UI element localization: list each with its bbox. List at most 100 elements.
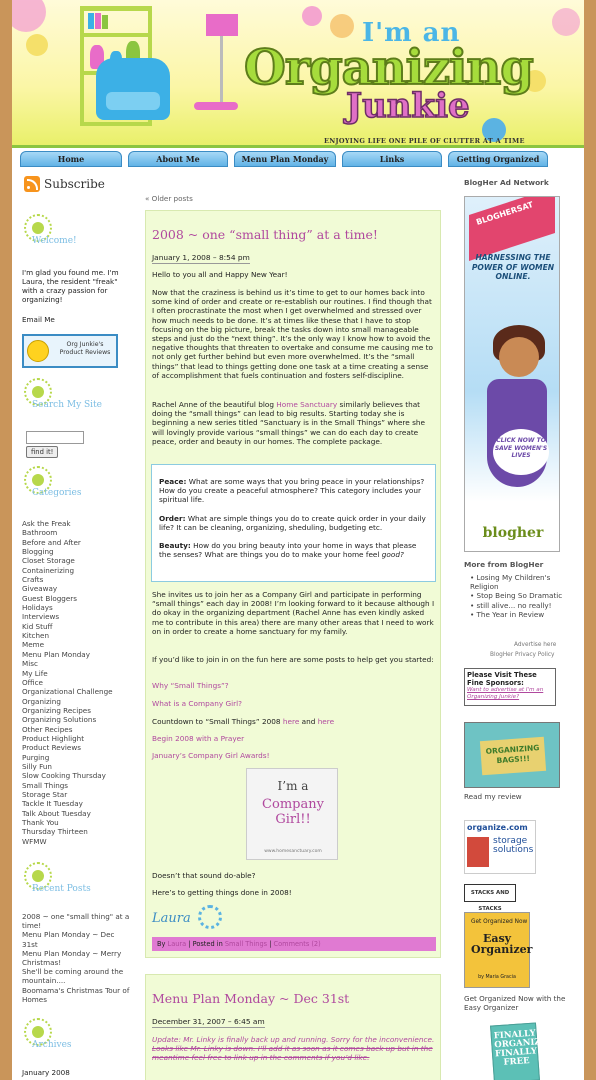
welcome-text: I'm glad you found me. I'm Laura, the re… — [22, 268, 119, 304]
product-reviews-label: Org Junkie's Product Reviews — [59, 341, 111, 356]
category-link[interactable]: Kitchen — [22, 631, 132, 640]
author-signature: Laura — [152, 911, 191, 926]
advertise-link[interactable]: Want to advertise at I'm an Organizing J… — [467, 687, 553, 701]
category-link[interactable]: Organizing Solutions — [22, 715, 132, 724]
blogher-logo: blogher — [482, 525, 544, 541]
countdown-line: Countdown to “Small Things” 2008 here an… — [152, 717, 335, 726]
category-link[interactable]: Menu Plan Monday — [22, 650, 132, 659]
recent-post-link[interactable]: Menu Plan Monday ~ Dec 31st — [22, 930, 132, 948]
sponsors-box: Please Visit These Fine Sponsors: Want t… — [464, 668, 556, 706]
company-girl-link[interactable]: What is a Company Girl? — [152, 699, 436, 708]
stacks-and-stacks-ad[interactable]: STACKS AND STACKS — [464, 884, 516, 912]
rss-icon[interactable] — [24, 176, 40, 192]
organizing-bags-ad[interactable]: ORGANIZING BAGS!!! — [464, 722, 560, 788]
category-link[interactable]: Slow Cooking Thursday — [22, 771, 132, 780]
archive-link[interactable]: January 2008 — [22, 1068, 130, 1077]
author-link[interactable]: Laura — [168, 940, 187, 948]
page: I'm an Organizing Junkie ENJOYING LIFE O… — [12, 0, 584, 1080]
get-organized-text[interactable]: Get Organized Now with the Easy Organize… — [464, 994, 578, 1012]
advertise-here-link[interactable]: Advertise here — [514, 642, 556, 648]
category-link[interactable]: Product Reviews — [22, 743, 132, 752]
category-link[interactable]: Thank You — [22, 818, 132, 827]
post-menu-plan-dec31: Menu Plan Monday ~ Dec 31st December 31,… — [145, 974, 441, 1080]
privacy-policy-link[interactable]: BlogHer Privacy Policy — [490, 652, 554, 658]
company-girl-badge[interactable]: I’m a Company Girl!! www.homesanctuary.c… — [246, 768, 338, 860]
recent-post-link[interactable]: Boomama's Christmas Tour of Homes — [22, 986, 132, 1004]
category-link[interactable]: Kid Stuff — [22, 622, 132, 631]
prayer-link[interactable]: Begin 2008 with a Prayer — [152, 734, 436, 743]
awards-link[interactable]: January’s Company Girl Awards! — [152, 751, 436, 760]
site-tagline: ENJOYING LIFE ONE PILE OF CLUTTER AT A T… — [324, 137, 525, 145]
category-link[interactable]: Ask the Freak — [22, 519, 132, 528]
post-title[interactable]: Menu Plan Monday ~ Dec 31st — [152, 991, 349, 1006]
category-link[interactable]: Organizing — [22, 697, 132, 706]
post-title[interactable]: 2008 ~ one “small thing” at a time! — [152, 227, 378, 242]
category-link[interactable]: Interviews — [22, 612, 132, 621]
category-link[interactable]: Thursday Thirteen — [22, 827, 132, 836]
recent-post-link[interactable]: Menu Plan Monday ~ Merry Christmas! — [22, 949, 132, 967]
organize-com-ad[interactable]: organize.com storage solutions — [464, 820, 536, 874]
category-link[interactable]: Guest Bloggers — [22, 594, 132, 603]
post-paragraph: Doesn’t that sound do-able? — [152, 871, 256, 880]
more-from-blogher: More from BlogHer • Losing My Children's… — [464, 560, 580, 619]
finally-organized-ad[interactable]: FINALLY ORGANIZED, FINALLY FREE — [490, 1022, 557, 1080]
comments-link[interactable]: Comments (2) — [274, 940, 321, 948]
older-posts-link[interactable]: « Older posts — [145, 194, 193, 203]
blogher-ad[interactable]: BLOGHERSAT HARNESSING THE POWER OF WOMEN… — [464, 196, 560, 552]
category-link[interactable]: Organizational Challenge — [22, 687, 132, 696]
blogher-post-link[interactable]: • The Year in Review — [464, 610, 580, 619]
category-link[interactable]: Purging — [22, 753, 132, 762]
find-button[interactable]: find it! — [26, 446, 59, 458]
search-input[interactable] — [26, 431, 84, 444]
blogher-post-link[interactable]: • still alive... no really! — [464, 601, 580, 610]
blogher-post-link[interactable]: • Stop Being So Dramatic — [464, 591, 580, 600]
category-link[interactable]: Organizing Recipes — [22, 706, 132, 715]
nav-tab-home[interactable]: Home — [20, 151, 122, 167]
category-link[interactable]: My Life — [22, 669, 132, 678]
category-link[interactable]: Closet Storage — [22, 556, 132, 565]
recent-post-link[interactable]: 2008 ~ one "small thing" at a time! — [22, 912, 132, 930]
post-paragraph: Now that the craziness is behind us it’s… — [152, 288, 433, 380]
category-link[interactable]: Product Highlight — [22, 734, 132, 743]
post-byline: By Laura | Posted in Small Things | Comm… — [152, 937, 436, 951]
nav-tab-about[interactable]: About Me — [128, 151, 228, 167]
category-link[interactable]: WFMW — [22, 837, 132, 846]
easy-organizer-ad[interactable]: Get Organized Now Easy Organizer by Mari… — [464, 912, 532, 988]
category-link[interactable]: Other Recipes — [22, 725, 132, 734]
category-link[interactable]: Crafts — [22, 575, 132, 584]
nav-tab-menu-plan[interactable]: Menu Plan Monday — [234, 151, 336, 167]
category-link[interactable]: Small Things — [225, 940, 267, 948]
beauty-paragraph: Beauty: How do you bring beauty into you… — [159, 541, 417, 560]
subscribe-link[interactable]: Subscribe — [44, 177, 105, 191]
post-paragraph: Here’s to getting things done in 2008! — [152, 888, 292, 897]
category-link[interactable]: Misc — [22, 659, 132, 668]
nav-tab-links[interactable]: Links — [342, 151, 442, 167]
category-link[interactable]: Bathroom — [22, 528, 132, 537]
post-2008-small-thing: 2008 ~ one “small thing” at a time! Janu… — [145, 210, 441, 958]
category-link[interactable]: Before and After — [22, 538, 132, 547]
read-review-link[interactable]: Read my review — [464, 792, 522, 801]
category-link[interactable]: Small Things — [22, 781, 132, 790]
category-link[interactable]: Talk About Tuesday — [22, 809, 132, 818]
recent-post-link[interactable]: She'll be coming around the mountain.... — [22, 967, 132, 985]
why-small-things-link[interactable]: Why “Small Things”? — [152, 681, 436, 690]
nav-tab-getting-organized[interactable]: Getting Organized — [448, 151, 548, 167]
archives-heading: Archives — [32, 1040, 72, 1050]
category-link[interactable]: Giveaway — [22, 584, 132, 593]
category-link[interactable]: Holidays — [22, 603, 132, 612]
category-link[interactable]: Silly Fun — [22, 762, 132, 771]
category-link[interactable]: Containerizing — [22, 566, 132, 575]
category-link[interactable]: Blogging — [22, 547, 132, 556]
category-link[interactable]: Tackle It Tuesday — [22, 799, 132, 808]
category-link[interactable]: Storage Star — [22, 790, 132, 799]
category-link[interactable]: Office — [22, 678, 132, 687]
countdown-here-link-2[interactable]: here — [318, 717, 334, 726]
category-link[interactable]: Meme — [22, 640, 132, 649]
post-date: January 1, 2008 – 8:54 pm — [152, 253, 250, 264]
email-me-link[interactable]: Email Me — [22, 315, 130, 324]
blogher-post-link[interactable]: • Losing My Children's Religion — [464, 573, 580, 591]
countdown-here-link-1[interactable]: here — [283, 717, 299, 726]
product-reviews-button[interactable]: Org Junkie's Product Reviews — [22, 334, 118, 368]
site-header[interactable]: I'm an Organizing Junkie ENJOYING LIFE O… — [12, 0, 584, 148]
home-sanctuary-link[interactable]: Home Sanctuary — [276, 400, 337, 409]
